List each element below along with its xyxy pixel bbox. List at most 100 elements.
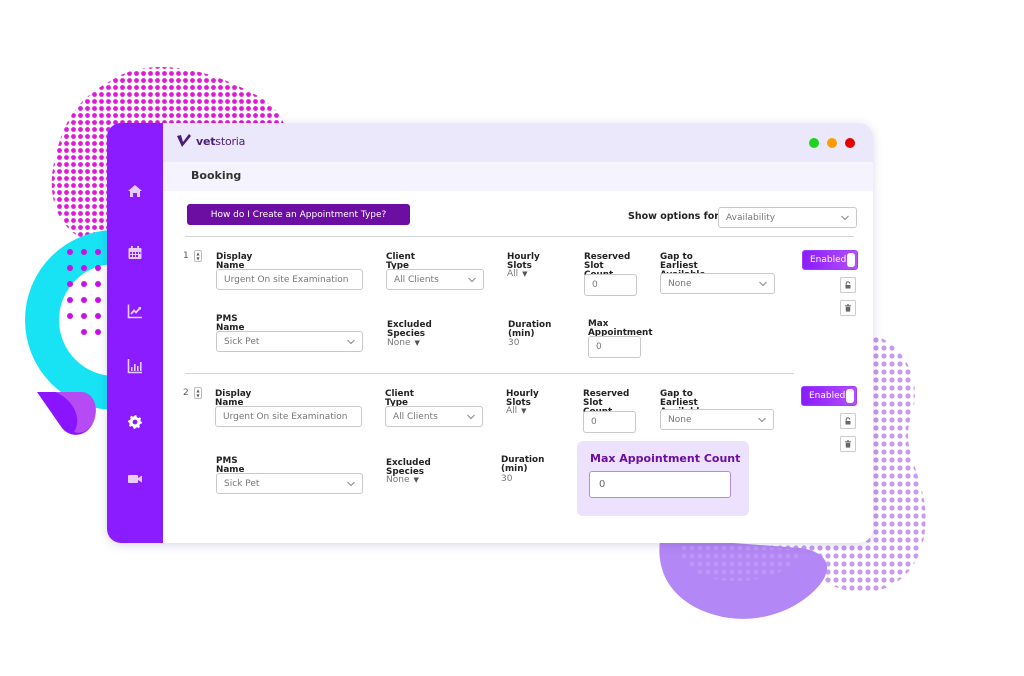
max-appointment-count-highlight: Max Appointment Count 0 <box>577 441 749 516</box>
toggle-knob <box>846 389 854 403</box>
enabled-toggle[interactable]: Enabled <box>801 386 857 406</box>
sidebar-item-reports[interactable] <box>107 355 163 377</box>
duration-label: Duration (min) <box>508 320 552 339</box>
chevron-down-icon <box>467 414 475 419</box>
gear-icon <box>128 415 142 429</box>
sidebar-item-video[interactable] <box>107 468 163 490</box>
duration-label: Duration (min) <box>501 455 545 474</box>
reserved-slot-count-input[interactable]: 0 <box>583 411 636 433</box>
caret-down-icon: ▼ <box>522 270 528 278</box>
toggle-label: Enabled <box>810 255 847 265</box>
close-button[interactable] <box>845 138 855 148</box>
client-type-value: All Clients <box>393 411 438 422</box>
caret-down-icon: ▼ <box>414 339 420 347</box>
chevron-down-icon <box>759 281 767 286</box>
duration-value: 30 <box>508 338 520 348</box>
client-type-select[interactable]: All Clients <box>386 269 484 290</box>
maximize-button[interactable] <box>809 138 819 148</box>
home-icon <box>128 185 142 197</box>
row-number: 2 <box>183 388 189 398</box>
vetstoria-logo: vetstoria <box>176 134 245 148</box>
lock-icon <box>845 417 851 425</box>
hourly-slots-dropdown[interactable]: All ▼ <box>507 269 528 279</box>
gap-to-earliest-select[interactable]: None <box>660 409 774 430</box>
caret-down-icon: ▼ <box>521 407 527 415</box>
sidebar-item-settings[interactable] <box>107 411 163 433</box>
pms-name-value: Sick Pet <box>224 336 260 347</box>
title-bar: vetstoria <box>163 123 873 162</box>
reserved-slot-count-value: 0 <box>592 280 598 290</box>
page-header: Booking <box>163 162 873 191</box>
chevron-down-icon <box>758 417 766 422</box>
display-name-input[interactable]: Urgent On site Examination <box>215 406 362 427</box>
sidebar <box>107 123 163 543</box>
app-window: vetstoria Booking How do I Create an App… <box>107 123 873 543</box>
display-name-value: Urgent On site Examination <box>223 411 348 422</box>
main-panel: vetstoria Booking How do I Create an App… <box>163 123 873 543</box>
display-name-input[interactable]: Urgent On site Examination <box>216 269 363 290</box>
lock-icon <box>845 281 851 289</box>
lock-button[interactable] <box>840 277 856 293</box>
client-type-value: All Clients <box>394 274 439 285</box>
gap-to-earliest-select[interactable]: None <box>660 273 775 294</box>
enabled-toggle[interactable]: Enabled <box>802 250 858 270</box>
reserved-slot-count-value: 0 <box>591 417 597 427</box>
trash-icon <box>845 440 851 448</box>
excluded-species-value: None <box>387 338 411 348</box>
excluded-species-label: Excluded Species <box>387 320 432 339</box>
excluded-species-dropdown[interactable]: None ▼ <box>387 338 420 348</box>
hourly-slots-dropdown[interactable]: All ▼ <box>506 406 527 416</box>
hourly-slots-value: All <box>507 269 519 279</box>
toggle-label: Enabled <box>809 391 846 401</box>
max-appointment-count-input[interactable]: 0 <box>588 336 641 358</box>
label-line: Reserved Slot <box>583 389 630 408</box>
client-type-select[interactable]: All Clients <box>385 406 483 427</box>
gap-value: None <box>668 278 692 289</box>
reorder-spinner[interactable]: ▲ ▼ <box>194 250 202 262</box>
chevron-down-icon <box>347 481 355 486</box>
delete-button[interactable] <box>840 300 856 316</box>
logo-mark-icon <box>177 134 191 147</box>
row-number: 1 <box>183 251 189 261</box>
logo-text-bold: vet <box>196 134 216 148</box>
help-create-appointment-type-button[interactable]: How do I Create an Appointment Type? <box>187 204 410 225</box>
duration-value: 30 <box>501 474 513 484</box>
caret-down-icon: ▼ <box>413 476 419 484</box>
trash-icon <box>845 304 851 312</box>
chevron-down-icon <box>468 277 476 282</box>
show-options-select[interactable]: Availability <box>718 207 857 228</box>
excluded-species-dropdown[interactable]: None ▼ <box>386 475 419 485</box>
reorder-spinner[interactable]: ▲ ▼ <box>194 387 202 399</box>
pms-name-select[interactable]: Sick Pet <box>216 473 363 494</box>
show-options-label: Show options for: <box>628 211 723 222</box>
pms-name-select[interactable]: Sick Pet <box>216 331 363 352</box>
divider <box>185 373 794 374</box>
sidebar-item-trends[interactable] <box>107 300 163 322</box>
sidebar-item-home[interactable] <box>107 180 163 202</box>
show-options-value: Availability <box>726 212 776 223</box>
lock-button[interactable] <box>840 413 856 429</box>
page-title: Booking <box>191 169 242 182</box>
divider <box>185 236 854 237</box>
toggle-knob <box>847 253 855 267</box>
excluded-species-value: None <box>386 475 410 485</box>
video-camera-icon <box>128 475 142 483</box>
pms-name-value: Sick Pet <box>224 478 260 489</box>
max-appointment-count-value: 0 <box>599 479 606 490</box>
max-appointment-count-label: Max Appointment Count <box>590 452 741 465</box>
hourly-slots-value: All <box>506 406 518 416</box>
gap-value: None <box>668 414 692 425</box>
trend-chart-icon <box>127 304 142 319</box>
chevron-down-icon <box>347 339 355 344</box>
max-appointment-count-value: 0 <box>596 342 602 352</box>
bar-chart-icon <box>127 359 142 374</box>
delete-button[interactable] <box>840 436 856 452</box>
display-name-value: Urgent On site Examination <box>224 274 349 285</box>
reserved-slot-count-input[interactable]: 0 <box>584 274 637 296</box>
window-controls <box>809 138 855 148</box>
minimize-button[interactable] <box>827 138 837 148</box>
sidebar-item-calendar[interactable] <box>107 242 163 264</box>
label-line: Reserved Slot <box>584 252 631 271</box>
max-appointment-count-input[interactable]: 0 <box>589 471 731 498</box>
calendar-icon <box>128 246 142 259</box>
